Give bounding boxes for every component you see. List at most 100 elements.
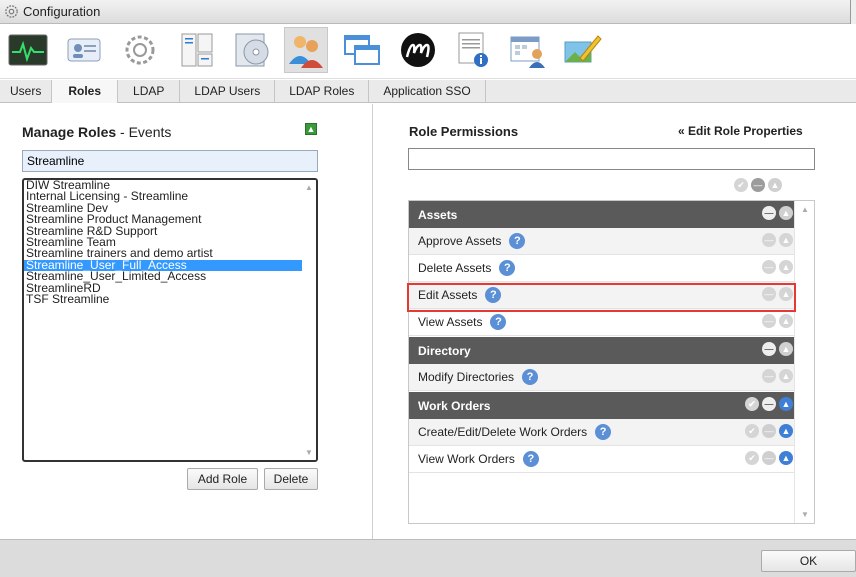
- deny-icon[interactable]: —: [762, 451, 776, 465]
- permission-label: Approve Assets: [418, 234, 502, 248]
- permission-row: Approve Assets? ✔—▲: [409, 228, 795, 255]
- help-icon[interactable]: ?: [509, 233, 526, 249]
- m-logo-icon: [401, 33, 435, 67]
- inherit-icon[interactable]: ▲: [779, 397, 793, 411]
- help-icon[interactable]: ?: [595, 424, 612, 440]
- permission-row: Delete Assets? ✔—▲: [409, 255, 795, 282]
- settings-tool-button[interactable]: [118, 27, 162, 73]
- inherit-icon[interactable]: ▲: [779, 369, 793, 383]
- category-row-assets: Assets ✔—▲: [409, 201, 795, 228]
- delete-role-button[interactable]: Delete: [264, 468, 318, 490]
- user-card-tool-button[interactable]: [62, 27, 106, 73]
- role-permissions-pane: Role Permissions « Edit Role Properties …: [374, 104, 856, 539]
- help-icon[interactable]: ?: [490, 314, 507, 330]
- permission-row: Edit Assets? ✔—▲: [409, 282, 795, 309]
- role-list-scrollbar[interactable]: ▲ ▼: [302, 180, 316, 460]
- windows-tool-button[interactable]: [340, 27, 384, 73]
- permission-row: View Work Orders? ✔ — ▲: [409, 446, 795, 473]
- inherit-all-icon[interactable]: ▲: [768, 178, 782, 192]
- document-info-icon: [458, 32, 488, 67]
- windows-icon: [344, 35, 380, 65]
- deny-icon[interactable]: —: [762, 342, 776, 356]
- scroll-up-arrow-icon[interactable]: ▲: [305, 183, 313, 192]
- scroll-down-arrow-icon[interactable]: ▼: [801, 510, 809, 519]
- ok-button[interactable]: OK: [761, 550, 856, 572]
- help-icon[interactable]: ?: [499, 260, 516, 276]
- document-info-tool-button[interactable]: [450, 27, 494, 73]
- edit-role-properties-link[interactable]: « Edit Role Properties: [678, 124, 803, 138]
- server-icon: [181, 33, 213, 67]
- help-icon[interactable]: ?: [522, 369, 539, 385]
- inherit-icon[interactable]: ▲: [779, 287, 793, 301]
- users-icon: [289, 36, 323, 68]
- role-list[interactable]: DIW Streamline Internal Licensing - Stre…: [22, 178, 318, 462]
- inherit-icon[interactable]: ▲: [779, 424, 793, 438]
- permission-row: View Assets? ✔—▲: [409, 309, 795, 336]
- tab-strip: Users Roles LDAP LDAP Users LDAP Roles A…: [0, 80, 856, 103]
- deny-icon[interactable]: —: [762, 397, 776, 411]
- inherit-icon[interactable]: ▲: [779, 314, 793, 328]
- tab-users[interactable]: Users: [0, 80, 53, 103]
- category-label: Assets: [418, 207, 458, 222]
- permission-label: Modify Directories: [418, 370, 515, 384]
- role-search-input[interactable]: [22, 150, 318, 172]
- inherit-icon[interactable]: ▲: [779, 451, 793, 465]
- user-card-icon: [67, 38, 101, 62]
- list-item[interactable]: TSF Streamline: [24, 293, 304, 305]
- inherit-icon[interactable]: ▲: [779, 206, 793, 220]
- deny-all-icon[interactable]: —: [751, 178, 765, 192]
- permission-list: Assets ✔—▲ Approve Assets? ✔—▲ Delete As…: [408, 200, 815, 524]
- role-permissions-title: Role Permissions: [409, 124, 519, 139]
- tab-ldap-roles[interactable]: LDAP Roles: [275, 80, 370, 103]
- manage-roles-heading: Manage Roles - Events: [22, 124, 171, 140]
- disc-icon: [235, 33, 269, 67]
- tab-ldap-users[interactable]: LDAP Users: [180, 80, 276, 103]
- category-row-directory: Directory ✔—▲: [409, 337, 795, 364]
- permission-label: Delete Assets: [418, 261, 492, 275]
- monitor-tool-button[interactable]: [6, 27, 50, 73]
- permission-search-input[interactable]: [408, 148, 815, 170]
- deny-icon[interactable]: —: [762, 424, 776, 438]
- inherit-icon[interactable]: ▲: [779, 260, 793, 274]
- window-edge: [850, 0, 856, 24]
- scroll-up-arrow-icon[interactable]: ▲: [801, 205, 809, 214]
- permission-label: View Work Orders: [418, 452, 515, 466]
- deny-icon[interactable]: —: [762, 206, 776, 220]
- manage-roles-pane: Manage Roles - Events ▲ DIW Streamline I…: [0, 104, 373, 539]
- category-label: Directory: [418, 343, 471, 358]
- permission-label: Create/Edit/Delete Work Orders: [418, 425, 588, 439]
- roles-tool-button[interactable]: [284, 27, 328, 73]
- deny-icon[interactable]: —: [762, 369, 776, 383]
- tab-ldap[interactable]: LDAP: [118, 80, 181, 103]
- dialog-footer: OK: [0, 539, 856, 577]
- category-label: Work Orders: [418, 398, 491, 413]
- m-logo-tool-button[interactable]: [396, 27, 440, 73]
- inherit-icon[interactable]: ▲: [779, 342, 793, 356]
- permission-list-scrollbar[interactable]: ▲ ▼: [794, 201, 814, 523]
- window-title: Configuration: [23, 4, 101, 19]
- export-up-icon[interactable]: ▲: [305, 123, 317, 135]
- calendar-user-tool-button[interactable]: [506, 27, 550, 73]
- check-all-icon[interactable]: ✔: [734, 178, 748, 192]
- deny-icon[interactable]: —: [762, 287, 776, 301]
- server-tool-button[interactable]: [174, 27, 218, 73]
- deny-icon[interactable]: —: [762, 314, 776, 328]
- pencil-icon: [564, 35, 602, 63]
- permission-row: Modify Directories? ✔—▲: [409, 364, 795, 391]
- pencil-tool-button[interactable]: [560, 27, 604, 73]
- allow-icon[interactable]: ✔: [745, 424, 759, 438]
- disc-tool-button[interactable]: [230, 27, 274, 73]
- gear-icon: [125, 35, 155, 65]
- allow-icon[interactable]: ✔: [745, 397, 759, 411]
- help-icon[interactable]: ?: [522, 451, 539, 467]
- allow-icon[interactable]: ✔: [745, 451, 759, 465]
- help-icon[interactable]: ?: [485, 287, 502, 303]
- scroll-down-arrow-icon[interactable]: ▼: [305, 448, 313, 457]
- gear-icon: [5, 5, 18, 18]
- tab-application-sso[interactable]: Application SSO: [369, 80, 486, 103]
- inherit-icon[interactable]: ▲: [779, 233, 793, 247]
- deny-icon[interactable]: —: [762, 260, 776, 274]
- tab-roles[interactable]: Roles: [52, 80, 119, 103]
- add-role-button[interactable]: Add Role: [187, 468, 258, 490]
- deny-icon[interactable]: —: [762, 233, 776, 247]
